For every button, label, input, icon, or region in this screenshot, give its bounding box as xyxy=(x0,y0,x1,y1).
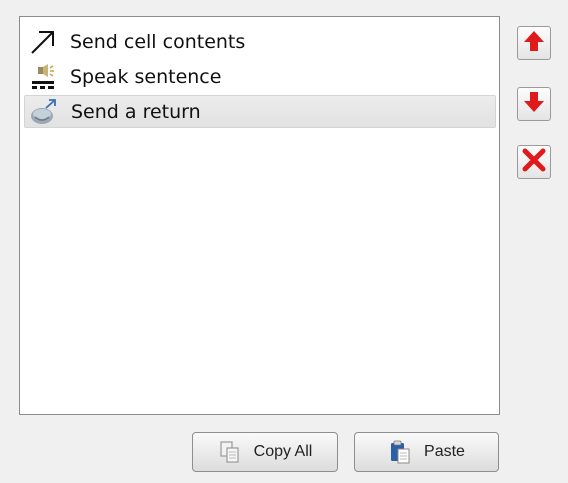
copy-all-button[interactable]: Copy All xyxy=(192,432,338,472)
paste-icon xyxy=(388,440,412,464)
arrow-up-icon xyxy=(523,29,545,57)
speak-icon xyxy=(26,62,60,92)
list-item-label: Send cell contents xyxy=(70,30,246,53)
move-down-button[interactable] xyxy=(517,87,551,121)
list-item-label: Speak sentence xyxy=(70,65,222,88)
list-item[interactable]: Send cell contents xyxy=(24,25,496,58)
copy-icon xyxy=(218,440,242,464)
paste-label: Paste xyxy=(424,443,465,460)
actions-list[interactable]: Send cell contents Speak sentence Send a… xyxy=(19,16,500,415)
close-icon xyxy=(521,147,547,177)
move-up-button[interactable] xyxy=(517,26,551,60)
arrow-up-right-icon xyxy=(26,27,60,57)
list-item[interactable]: Send a return xyxy=(24,95,496,128)
delete-button[interactable] xyxy=(517,145,551,179)
copy-all-label: Copy All xyxy=(253,443,313,460)
list-item[interactable]: Speak sentence xyxy=(24,60,496,93)
arrow-down-icon xyxy=(523,90,545,118)
actions-panel: Send cell contents Speak sentence Send a… xyxy=(0,0,568,483)
list-item-label: Send a return xyxy=(71,100,201,123)
send-return-icon xyxy=(27,97,61,127)
paste-button[interactable]: Paste xyxy=(354,432,499,472)
